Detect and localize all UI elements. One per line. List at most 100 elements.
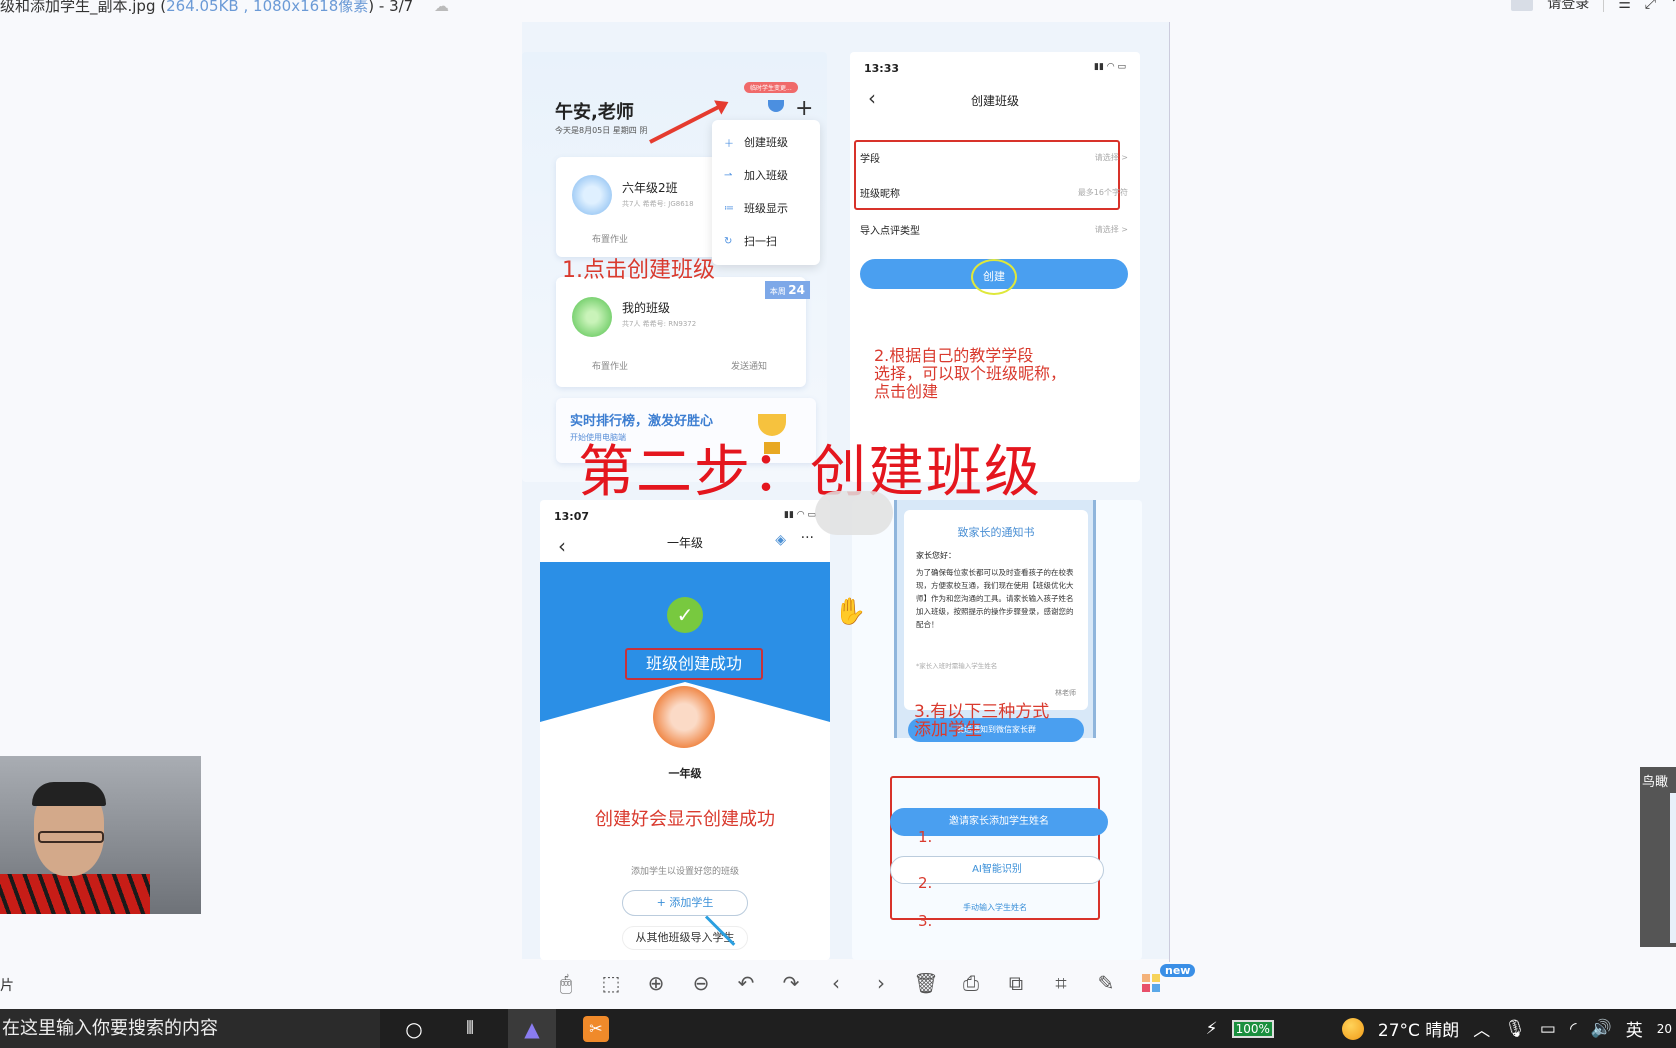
birdseye-thumbnail[interactable]	[1670, 793, 1676, 943]
field-label: 导入点评类型	[860, 226, 920, 237]
rotate-right-icon[interactable]: ↷	[778, 970, 804, 996]
success-text: 班级创建成功	[625, 648, 763, 680]
user-avatar[interactable]	[1511, 0, 1534, 11]
number-3: 3.	[918, 912, 933, 930]
upload-cloud-icon[interactable]: ☁	[434, 0, 449, 15]
add-student-button: + 添加学生	[622, 890, 748, 916]
annotation-step1: 1.点击创建班级	[562, 258, 715, 283]
field-label: 班级昵称	[860, 189, 900, 200]
menu-item-create: ＋创建班级	[724, 136, 788, 150]
greeting: 午安,老师	[555, 102, 634, 123]
plus-icon: ＋	[724, 138, 734, 150]
battery-icon[interactable]: ▭	[1540, 1019, 1556, 1039]
popup-menu: ＋创建班级 ⇀ 加入班级 ≔ 班级显示 ↻ 扫一扫	[712, 120, 820, 265]
photos-app-icon[interactable]: ▲	[508, 1009, 556, 1048]
ime-indicator[interactable]: 英	[1626, 1016, 1643, 1041]
fullscreen-icon[interactable]: ⤢	[1645, 0, 1656, 11]
task-view-icon[interactable]: ⫴	[452, 1009, 488, 1048]
parent-letter: 致家长的通知书 家长您好： 为了确保每位家长都可以及时查看孩子的在校表现，方便家…	[904, 510, 1088, 710]
annotation-step3: 创建好会显示创建成功	[595, 809, 775, 830]
image-viewer-app: 级和添加学生_副本.jpg (264.05KB , 1080x1618像素) -…	[0, 0, 1676, 1048]
class-sub: 共7人 希希号: JG8618	[622, 200, 694, 208]
scan-icon: ↻	[724, 235, 733, 247]
assign-homework: 布置作业	[592, 235, 629, 245]
class-avatar	[653, 686, 715, 748]
sun-icon[interactable]	[1341, 1017, 1364, 1040]
prev-icon[interactable]: ‹	[823, 970, 849, 996]
divider	[1603, 0, 1605, 12]
screen-title: 创建班级	[970, 94, 1019, 108]
taskbar: 在这里输入你要搜索的内容 ○ ⫴ ▲ ✂ ⚡ 100% 27°C 晴朗 ︿ 🎙 …	[0, 1009, 1676, 1048]
field-value: 最多16个字符	[1077, 188, 1128, 197]
cortana-icon[interactable]: ○	[396, 1009, 432, 1048]
menu-item-display: ≔ 班级显示	[724, 202, 788, 215]
page-counter: ) - 3/7	[368, 0, 414, 15]
next-icon[interactable]: ›	[868, 970, 894, 996]
battery-indicator[interactable]: 100%	[1231, 1019, 1274, 1038]
week-badge: 本周 24	[764, 281, 810, 299]
screenshot-add-students: 致家长的通知书 家长您好： 为了确保每位家长都可以及时查看孩子的在校表现，方便家…	[852, 500, 1142, 960]
step-title: 第二步：创建班级	[578, 440, 1042, 505]
weather-text[interactable]: 27°C 晴朗	[1378, 1016, 1459, 1041]
status-time: 13:07	[554, 510, 590, 523]
class-name: 我的班级	[622, 301, 671, 315]
hand-cursor-icon: ✋	[834, 597, 867, 627]
create-button: 创建	[860, 259, 1128, 295]
ocr-icon[interactable]: ⌗	[1048, 970, 1074, 996]
join-icon: ⇀	[724, 169, 733, 181]
menu-item-join: ⇀ 加入班级	[724, 169, 788, 182]
signal-wifi-battery-icon: ▮▮ ◠ ▭	[784, 510, 816, 520]
chevron-up-icon[interactable]: ︿	[1473, 1016, 1490, 1041]
menu-icon[interactable]: ☰	[1618, 0, 1631, 11]
robot-icon: ◈	[775, 532, 786, 548]
viewer-toolbar: 🖱 ⬚ ⊕ ⊖ ↶ ↷ ‹ › 🗑 ⎙ ⧉ ⌗ ✎	[553, 970, 1164, 996]
screenshot-home: 午安,老师 今天是8月05日 星期四 阴 临时学生变更... + 六年级2班 共…	[522, 52, 827, 482]
plus-icon: +	[795, 96, 814, 121]
zoom-out-icon[interactable]: ⊖	[688, 970, 714, 996]
volume-icon[interactable]: 🔊	[1591, 1019, 1612, 1039]
letter-greeting: 家长您好：	[916, 551, 956, 560]
menu-item-scan: ↻ 扫一扫	[724, 235, 777, 248]
login-link[interactable]: 请登录	[1547, 0, 1589, 11]
rotate-left-icon[interactable]: ↶	[733, 970, 759, 996]
birdseye-panel[interactable]: 鸟瞰	[1640, 767, 1676, 947]
print-icon[interactable]: ⎙	[958, 970, 984, 996]
notice-badge: 临时学生变更...	[744, 82, 798, 93]
edit-icon[interactable]: ✎	[1093, 970, 1119, 996]
file-name: 级和添加学生_副本.jpg (	[0, 0, 167, 15]
send-notice: 发送通知	[731, 362, 768, 372]
sprout-icon	[572, 297, 612, 337]
screen-title: 一年级	[666, 536, 703, 550]
taskbar-search[interactable]: 在这里输入你要搜索的内容	[0, 1009, 380, 1048]
class-name: 六年级2班	[622, 181, 678, 195]
webcam-overlay[interactable]	[0, 756, 201, 914]
file-meta: 264.05KB , 1080x1618像素	[166, 0, 369, 15]
field-value: 请选择 >	[1094, 225, 1128, 234]
check-icon: ✓	[667, 597, 703, 633]
zoom-in-icon[interactable]: ⊕	[643, 970, 669, 996]
video-editor-icon[interactable]: ✂	[578, 1009, 614, 1048]
birdseye-label: 鸟瞰	[1642, 775, 1669, 790]
status-time: 13:33	[864, 62, 900, 75]
number-1: 1.	[918, 828, 933, 846]
date-text: 今天是8月05日 星期四 阴	[555, 126, 648, 135]
convert-icon[interactable]: ⧉	[1003, 970, 1029, 996]
delete-icon[interactable]: 🗑	[913, 970, 939, 996]
list-icon: ≔	[724, 202, 734, 214]
clock[interactable]: 20	[1657, 1022, 1672, 1036]
red-highlight-box	[890, 776, 1100, 920]
fit-screen-icon[interactable]: ⬚	[598, 970, 624, 996]
hint-text: 添加学生以设置好您的班级	[630, 867, 739, 877]
wifi-icon[interactable]: ◜	[1570, 1019, 1577, 1039]
grade-label: 一年级	[668, 767, 702, 780]
cup-icon	[768, 100, 784, 112]
mouse-icon[interactable]: 🖱	[553, 970, 579, 996]
pin-icon[interactable]: ⌃	[1670, 0, 1676, 10]
microphone-icon[interactable]: 🎙	[1504, 1019, 1526, 1039]
class-sub: 共7人 希希号: RN9372	[622, 320, 697, 328]
field-value: 请选择 >	[1094, 153, 1128, 162]
screenshot-success: 13:07 ▮▮ ◠ ▭ ‹ 一年级 ◈ ··· ✓ 班级创建成功 一年级 创建…	[540, 500, 830, 960]
assign-homework: 布置作业	[592, 362, 629, 372]
system-tray: ⚡ 100% 27°C 晴朗 ︿ 🎙 ▭ ◜ 🔊 英 20	[1206, 1009, 1676, 1048]
more-icon: ···	[800, 530, 814, 546]
